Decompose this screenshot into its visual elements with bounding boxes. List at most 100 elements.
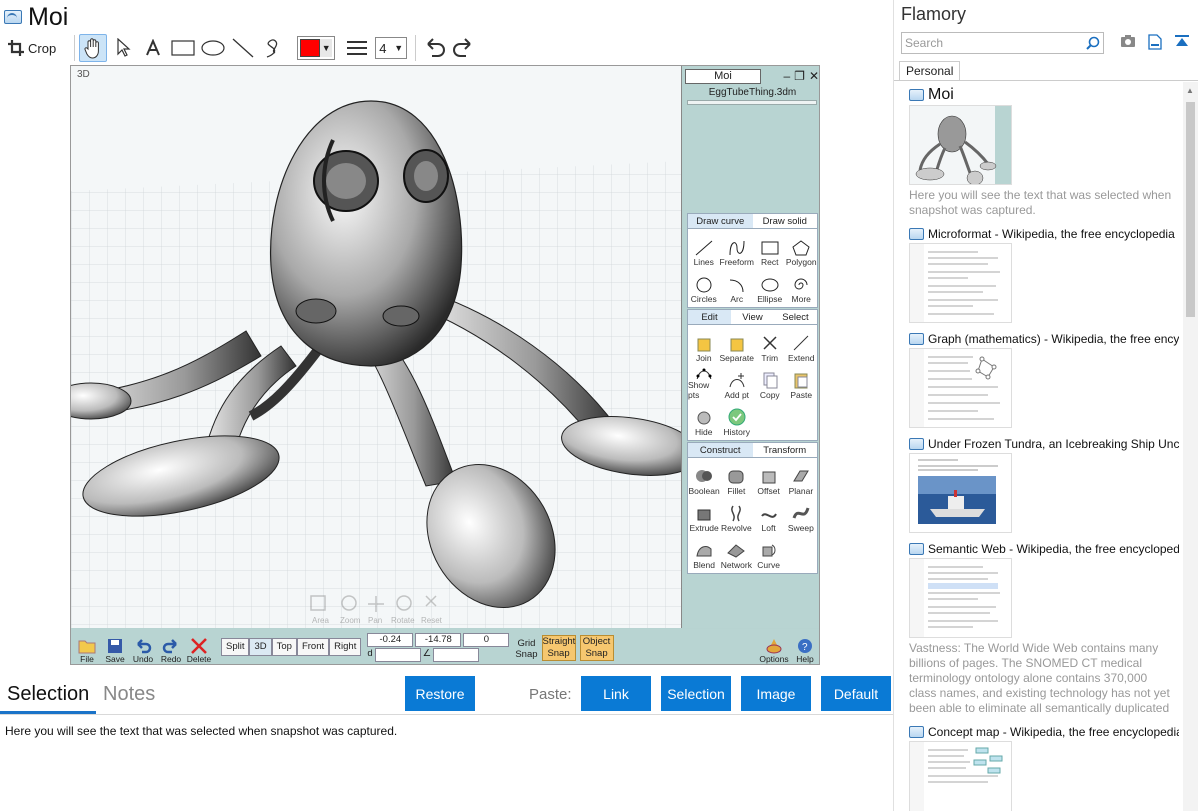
snapshot-item-title-row: Microformat - Wikipedia, the free encycl… [909,226,1179,242]
snapshot-app-icon [909,89,924,101]
tool-lines: Lines [688,231,720,268]
coord-y: -14.78 [415,633,462,647]
text-tool-button[interactable] [139,34,167,62]
moi-file-button: File [73,631,101,664]
ellipse-tool-button[interactable] [199,34,227,62]
loft-icon [760,513,777,518]
redo-button[interactable] [450,34,478,62]
flamory-window: Moi Crop ▼ 4 ▼ Area Zoom Pan Rotate Rese… [0,0,1198,811]
chevron-down-icon: ▼ [320,39,333,57]
undo-icon [137,639,152,654]
moi-panel-title: Moi [685,68,761,84]
snapshot-item-title: Semantic Web - Wikipedia, the free encyc… [928,542,1179,556]
snapshot-item-title: Moi [928,86,954,103]
paste-selection-button[interactable]: Selection [661,676,731,711]
tab-selection[interactable]: Selection [7,683,89,706]
sidebar-actions [1120,34,1190,50]
list-item[interactable]: Under Frozen Tundra, an Icebreaking Ship… [909,436,1179,533]
tool-planar: Planar [785,460,817,497]
tool-hide: Hide [688,401,720,438]
toolbar-separator [74,35,76,61]
tool-trim: Trim [754,327,786,364]
snapshot-thumbnail [909,558,1012,638]
snapshot-app-icon [4,10,22,24]
color-picker[interactable]: ▼ [297,36,336,60]
snapshot-app-icon [909,438,924,450]
crop-button[interactable]: Crop [4,34,60,62]
edit-tools: Join Separate Trim Extend Show pts Add p… [688,325,817,440]
scrollbar-thumb[interactable] [1186,102,1195,317]
camera-icon[interactable] [1120,34,1136,48]
spiral-icon [794,278,808,290]
snapshot-thumbnail [909,243,1012,323]
search-icon[interactable] [1086,36,1100,50]
paste-image-button[interactable]: Image [741,676,811,711]
document-icon[interactable] [1148,34,1162,50]
collapse-icon[interactable] [1174,34,1190,50]
tool-circles: Circles [688,268,720,305]
close-icon: ✕ [808,69,819,83]
webpage-thumbnail-image [910,349,1000,427]
freeform-icon [729,240,745,256]
rectangle-tool-button[interactable] [169,34,197,62]
text-icon [146,39,161,56]
draw-tools: Lines Freeform Rect Polygon Circles Arc … [688,229,817,307]
copy-icon [763,372,778,389]
straight-snap-toggle: Straight Snap [541,635,576,661]
color-swatch [300,39,321,57]
draw-tabs: Draw curve Draw solid [688,214,817,229]
moi-progress-bar [687,100,817,105]
folder-icon [78,640,96,654]
crop-icon [8,40,24,56]
restore-button[interactable]: Restore [405,676,475,711]
tool-separate: Separate [720,327,754,364]
redo-icon [453,38,471,57]
tab-notes[interactable]: Notes [103,683,155,706]
snapshot-item-title-row: Semantic Web - Wikipedia, the free encyc… [909,541,1179,557]
options-icon [766,639,782,654]
object-snap-toggle: Object Snap [579,635,614,661]
construct-tabs: Construct Transform [688,443,817,458]
paste-label: Paste: [529,686,572,703]
view-right: Right [329,638,362,656]
line-width-select[interactable]: 4 ▼ [375,37,408,59]
sidebar-scrollbar[interactable]: ▲ [1183,82,1198,811]
news-thumbnail-image [918,459,998,524]
selection-text[interactable]: Here you will see the text that was sele… [5,724,397,738]
tab-personal[interactable]: Personal [899,61,961,81]
search-input[interactable]: Search [901,32,1104,54]
freehand-tool-button[interactable] [259,34,287,62]
snapshot-app-icon [909,333,924,345]
coord-distance [374,648,421,662]
line-width-button[interactable] [343,34,371,62]
tab-transform: Transform [752,443,817,457]
moi-side-panel: Moi – ❐ ✕ EggTubeThing.3dm Draw curve Dr… [684,66,819,628]
view-top: Top [271,638,297,656]
list-item[interactable]: Graph (mathematics) - Wikipedia, the fre… [909,331,1179,428]
line-tool-button[interactable] [229,34,257,62]
list-item[interactable]: Microformat - Wikipedia, the free encycl… [909,226,1179,323]
moi-undo-button: Undo [129,631,157,664]
extrude-icon [697,509,711,521]
scroll-up-icon[interactable]: ▲ [1186,86,1194,95]
paste-link-button[interactable]: Link [581,676,651,711]
active-tab-indicator [0,711,96,714]
snapshot-item-title: Under Frozen Tundra, an Icebreaking Ship… [928,437,1179,451]
snapshot-image[interactable]: Area Zoom Pan Rotate Reset 3D Moi – ❐ ✕ [70,65,820,665]
hand-tool-button[interactable] [79,34,108,62]
select-tool-button[interactable] [109,34,137,62]
tool-rect: Rect [754,231,786,268]
webpage-thumbnail-image [910,244,1000,322]
tool-curve: Curve [753,534,785,571]
tool-sweep: Sweep [785,497,817,534]
list-item[interactable]: Moi Here you will see the text that was … [909,86,1179,218]
undo-button[interactable] [420,34,448,62]
snapshot-title: Moi [28,2,69,31]
viewport-label: 3D [77,69,90,80]
arc-icon [729,279,744,293]
tool-extend: Extend [786,327,818,364]
list-item[interactable]: Concept map - Wikipedia, the free encycl… [909,724,1179,811]
curve-icon [762,544,776,557]
list-item[interactable]: Semantic Web - Wikipedia, the free encyc… [909,541,1179,716]
paste-default-button[interactable]: Default [821,676,891,711]
